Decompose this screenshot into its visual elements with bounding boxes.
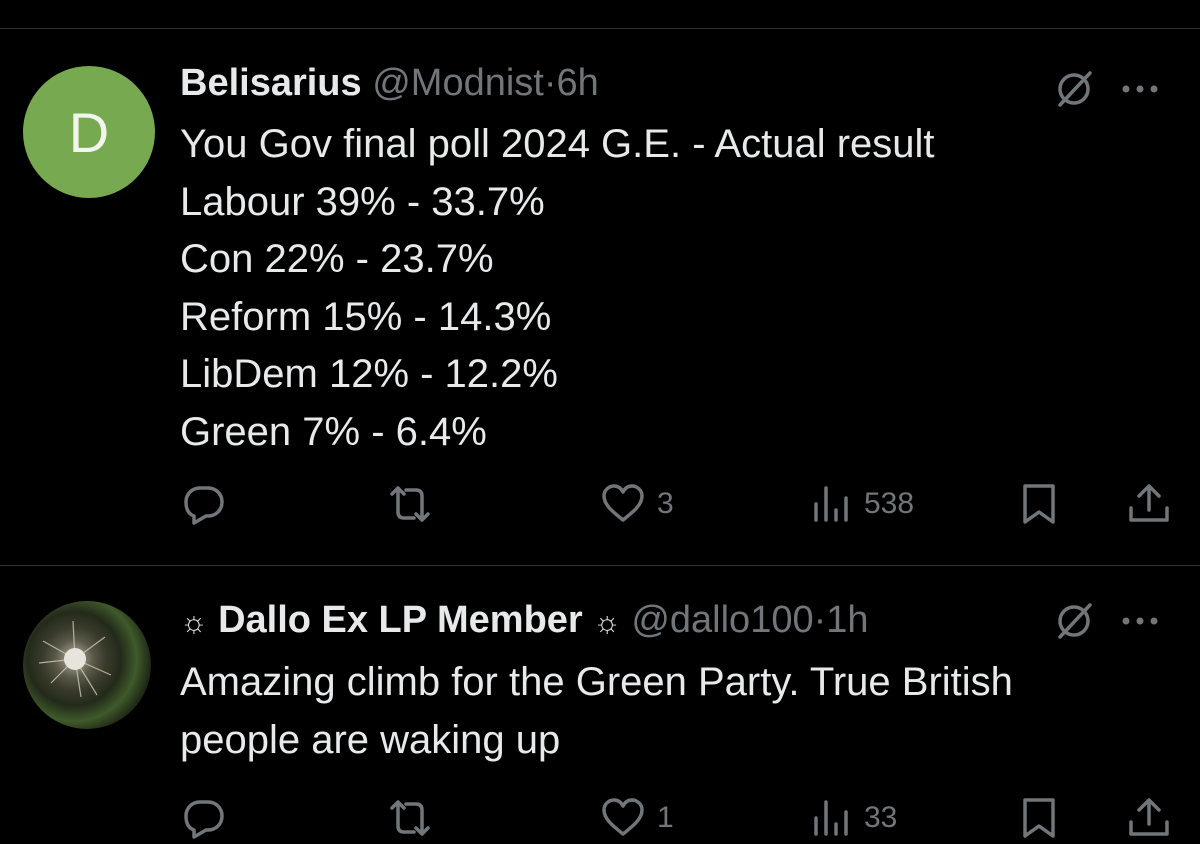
post-text: You Gov final poll 2024 G.E. - Actual re…: [180, 116, 935, 461]
reply-button[interactable]: [180, 794, 238, 842]
like-button[interactable]: 1: [599, 794, 674, 842]
post-line: You Gov final poll 2024 G.E. - Actual re…: [180, 122, 935, 166]
post-line: Green 7% - 6.4%: [180, 409, 487, 454]
post-1[interactable]: D Belisarius @Modnist·6h You Gov final p…: [0, 29, 1200, 565]
share-icon: [1125, 794, 1173, 842]
share-icon: [1125, 480, 1173, 528]
like-count: 1: [657, 801, 674, 834]
timestamp[interactable]: 6h: [557, 62, 599, 104]
heart-icon: [599, 480, 647, 528]
post-header: ☼ Dallo Ex LP Member ☼ @dallo100·1h: [180, 598, 869, 645]
post-line: people are waking up: [180, 717, 561, 762]
repost-icon: [384, 480, 436, 528]
share-button[interactable]: [1125, 480, 1173, 528]
bookmark-button[interactable]: [1017, 480, 1061, 528]
avatar[interactable]: [23, 601, 151, 729]
separator: ·: [813, 599, 827, 641]
handle[interactable]: @Modnist: [372, 62, 544, 104]
more-icon[interactable]: [1120, 615, 1160, 627]
view-count: 33: [864, 801, 898, 834]
sparkle-icon: ☼: [180, 606, 208, 639]
like-count: 3: [657, 487, 674, 520]
bookmark-icon: [1017, 480, 1061, 528]
post-top-icons: [1052, 67, 1160, 111]
post-line: LibDem 12% - 12.2%: [180, 352, 558, 396]
avatar-letter: D: [68, 100, 110, 164]
separator: ·: [543, 62, 557, 104]
reply-button[interactable]: [180, 480, 238, 528]
grok-icon[interactable]: [1052, 67, 1096, 111]
repost-button[interactable]: [384, 480, 446, 528]
display-name[interactable]: Dallo Ex LP Member: [218, 599, 583, 641]
post-line: Labour 39% - 33.7%: [180, 179, 545, 224]
handle[interactable]: @dallo100: [631, 599, 813, 641]
more-icon[interactable]: [1120, 83, 1160, 95]
avatar[interactable]: D: [23, 66, 155, 198]
repost-button[interactable]: [384, 794, 446, 842]
heart-icon: [599, 794, 647, 842]
post-line: Reform 15% - 14.3%: [180, 294, 552, 339]
action-bar: 3 538: [180, 480, 1170, 530]
repost-icon: [384, 794, 436, 842]
bookmark-icon: [1017, 794, 1061, 842]
timestamp[interactable]: 1h: [826, 599, 868, 641]
post-2[interactable]: ☼ Dallo Ex LP Member ☼ @dallo100·1h Amaz…: [0, 566, 1200, 839]
like-button[interactable]: 3: [599, 480, 674, 528]
views-button[interactable]: 538: [810, 480, 914, 528]
share-button[interactable]: [1125, 794, 1173, 842]
dandelion-photo: [38, 620, 112, 698]
views-icon: [810, 794, 854, 842]
post-line: Con 22% - 23.7%: [180, 237, 494, 281]
grok-icon[interactable]: [1052, 599, 1096, 643]
post-line: Amazing climb for the Green Party. True …: [180, 660, 1013, 704]
reply-icon: [180, 480, 228, 528]
post-top-icons: [1052, 599, 1160, 643]
post-text: Amazing climb for the Green Party. True …: [180, 654, 1013, 769]
action-bar: 1 33: [180, 794, 1170, 844]
display-name[interactable]: Belisarius: [180, 62, 362, 104]
bookmark-button[interactable]: [1017, 794, 1061, 842]
sparkle-icon: ☼: [593, 606, 621, 639]
views-button[interactable]: 33: [810, 794, 897, 842]
post-header: Belisarius @Modnist·6h: [180, 61, 599, 105]
view-count: 538: [864, 487, 915, 520]
reply-icon: [180, 794, 228, 842]
views-icon: [810, 480, 854, 528]
